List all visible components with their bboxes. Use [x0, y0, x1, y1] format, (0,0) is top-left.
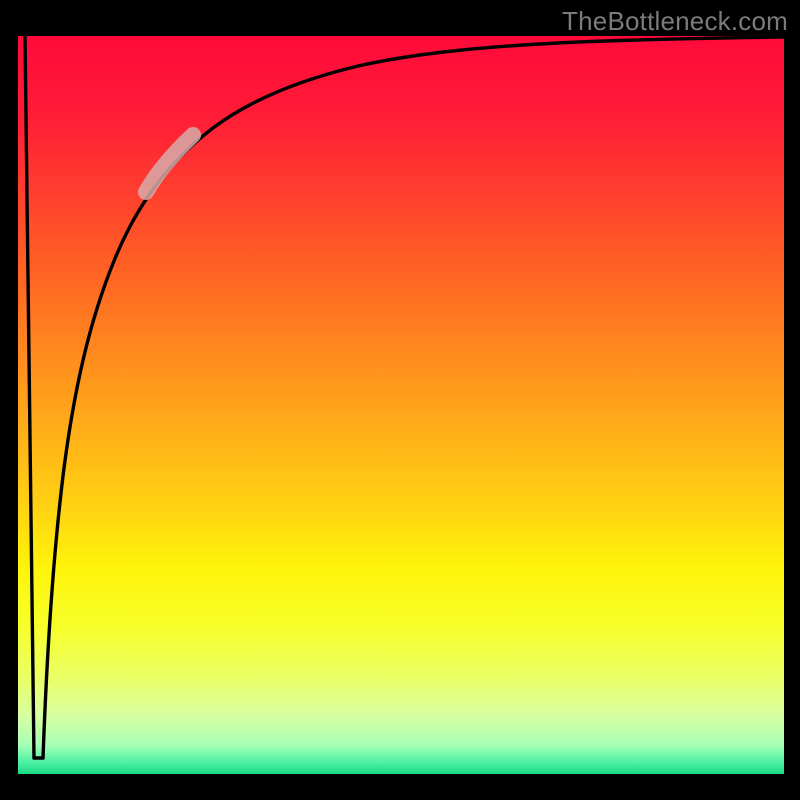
- watermark-text: TheBottleneck.com: [562, 6, 788, 37]
- chart-frame: TheBottleneck.com: [0, 0, 800, 800]
- plot-area: [18, 36, 784, 774]
- curve-main: [43, 37, 784, 758]
- curve-layer: [18, 36, 784, 774]
- curve-highlight: [146, 135, 193, 192]
- curve-spike: [25, 36, 34, 758]
